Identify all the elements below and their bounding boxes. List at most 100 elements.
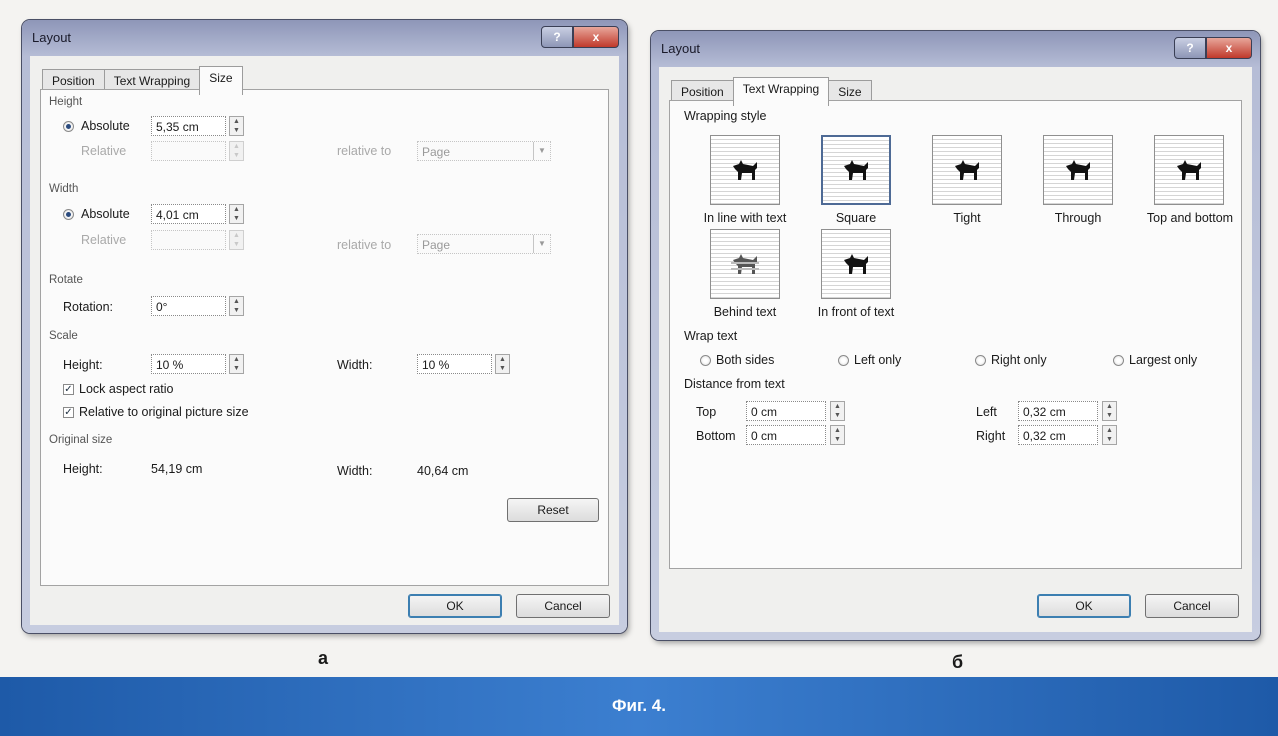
dog-icon	[731, 254, 759, 274]
ok-button[interactable]: OK	[1037, 594, 1131, 618]
scale-height-input[interactable]: 10 %	[151, 354, 226, 374]
original-size-section-title: Original size	[49, 434, 113, 446]
caption-a: а	[318, 648, 329, 668]
width-relative-label: Relative	[81, 233, 127, 247]
close-button[interactable]: x	[573, 26, 619, 48]
tab-size[interactable]: Size	[199, 66, 243, 95]
width-relative-to-value: Page	[422, 238, 451, 252]
left-distance-input[interactable]: 0,32 cm	[1018, 401, 1098, 421]
right-distance-spinner[interactable]: ▲ ▼	[1102, 425, 1117, 445]
rotation-spinner[interactable]: ▲ ▼	[229, 296, 244, 316]
wrap-both-sides-radio[interactable]	[700, 355, 711, 366]
dog-icon	[844, 254, 868, 274]
wrap-style-top-bottom-tile[interactable]	[1154, 135, 1224, 205]
close-button[interactable]: x	[1206, 37, 1252, 59]
scale-height-label: Height:	[63, 358, 103, 372]
orig-height-label: Height:	[63, 462, 103, 476]
right-distance-input[interactable]: 0,32 cm	[1018, 425, 1098, 445]
wrap-style-in-front-label: In front of text	[817, 305, 895, 319]
wrap-left-only-label: Left only	[854, 353, 902, 367]
dialog-title: Layout	[32, 30, 72, 45]
orig-width-label: Width:	[337, 464, 373, 478]
scale-height-spinner[interactable]: ▲ ▼	[229, 354, 244, 374]
wrap-style-in-front-tile[interactable]	[821, 229, 891, 299]
wrap-style-tight-label: Tight	[953, 211, 981, 225]
height-absolute-label: Absolute	[81, 119, 130, 133]
dog-icon	[955, 160, 979, 180]
dog-icon	[733, 160, 757, 180]
wrap-style-top-bottom-label: Top and bottom	[1146, 211, 1234, 225]
relative-original-label: Relative to original picture size	[79, 405, 249, 419]
height-absolute-spinner[interactable]: ▲ ▼	[229, 116, 244, 136]
cancel-button[interactable]: Cancel	[516, 594, 610, 618]
height-relative-spinner[interactable]: ▲ ▼	[229, 141, 244, 161]
title-bar[interactable]: Layout ? x	[22, 20, 627, 56]
height-relative-to-select[interactable]: Page ▼	[417, 141, 551, 161]
layout-dialog-size: Layout ? x Position Text Wrapping Size H…	[22, 20, 627, 633]
help-button[interactable]: ?	[1174, 37, 1206, 59]
top-label: Top	[696, 405, 717, 419]
width-absolute-spinner[interactable]: ▲ ▼	[229, 204, 244, 224]
reset-button[interactable]: Reset	[507, 498, 599, 522]
height-relative-input[interactable]	[151, 141, 226, 161]
scale-width-label: Width:	[337, 358, 373, 372]
rotation-input[interactable]: 0°	[151, 296, 226, 316]
height-section-title: Height	[49, 96, 83, 108]
figure-banner: Фиг. 4.	[0, 677, 1278, 736]
lock-aspect-checkbox[interactable]: ✓	[63, 384, 74, 395]
width-absolute-radio[interactable]	[63, 209, 74, 220]
rotation-label: Rotation:	[63, 300, 114, 314]
dog-icon	[1177, 160, 1201, 180]
width-section-title: Width	[49, 183, 79, 195]
wrap-text-section-title: Wrap text	[684, 329, 738, 343]
tab-text-wrapping[interactable]: Text Wrapping	[732, 77, 830, 106]
width-absolute-label: Absolute	[81, 207, 130, 221]
wrap-style-inline-tile[interactable]	[710, 135, 780, 205]
wrap-left-only-radio[interactable]	[838, 355, 849, 366]
scale-width-spinner[interactable]: ▲ ▼	[495, 354, 510, 374]
dog-icon	[844, 160, 868, 180]
cancel-button[interactable]: Cancel	[1145, 594, 1239, 618]
dog-icon	[1066, 160, 1090, 180]
dialog-title: Layout	[661, 41, 701, 56]
top-distance-input[interactable]: 0 cm	[746, 401, 826, 421]
height-absolute-input[interactable]: 5,35 cm	[151, 116, 226, 136]
wrap-style-behind-label: Behind text	[713, 305, 777, 319]
wrap-both-sides-label: Both sides	[716, 353, 775, 367]
dialog-client: Position Text Wrapping Size Wrapping sty…	[659, 67, 1252, 632]
height-relative-to-label: relative to	[337, 144, 392, 158]
scale-width-input[interactable]: 10 %	[417, 354, 492, 374]
bottom-distance-input[interactable]: 0 cm	[746, 425, 826, 445]
lock-aspect-label: Lock aspect ratio	[79, 382, 174, 396]
bottom-distance-spinner[interactable]: ▲ ▼	[830, 425, 845, 445]
title-bar[interactable]: Layout ? x	[651, 31, 1260, 67]
wrap-style-square-tile[interactable]	[821, 135, 891, 205]
left-distance-spinner[interactable]: ▲ ▼	[1102, 401, 1117, 421]
rotate-section-title: Rotate	[49, 274, 83, 286]
chevron-down-icon: ▼	[533, 235, 550, 253]
width-absolute-input[interactable]: 4,01 cm	[151, 204, 226, 224]
wrap-right-only-label: Right only	[991, 353, 1047, 367]
figure-label: Фиг. 4.	[612, 696, 666, 715]
width-relative-input[interactable]	[151, 230, 226, 250]
layout-dialog-text-wrapping: Layout ? x Position Text Wrapping Size W…	[651, 31, 1260, 640]
wrap-right-only-radio[interactable]	[975, 355, 986, 366]
chevron-down-icon: ▼	[533, 142, 550, 160]
ok-button[interactable]: OK	[408, 594, 502, 618]
wrap-style-through-tile[interactable]	[1043, 135, 1113, 205]
width-relative-to-label: relative to	[337, 238, 392, 252]
width-relative-spinner[interactable]: ▲ ▼	[229, 230, 244, 250]
relative-original-checkbox[interactable]: ✓	[63, 407, 74, 418]
right-label: Right	[976, 429, 1006, 443]
wrap-largest-only-radio[interactable]	[1113, 355, 1124, 366]
wrap-largest-only-label: Largest only	[1129, 353, 1198, 367]
help-button[interactable]: ?	[541, 26, 573, 48]
width-relative-to-select[interactable]: Page ▼	[417, 234, 551, 254]
wrap-style-behind-tile[interactable]	[710, 229, 780, 299]
bottom-label: Bottom	[696, 429, 736, 443]
dialog-client: Position Text Wrapping Size Height Absol…	[30, 56, 619, 625]
orig-width-value: 40,64 cm	[417, 464, 469, 478]
height-absolute-radio[interactable]	[63, 121, 74, 132]
wrap-style-tight-tile[interactable]	[932, 135, 1002, 205]
top-distance-spinner[interactable]: ▲ ▼	[830, 401, 845, 421]
